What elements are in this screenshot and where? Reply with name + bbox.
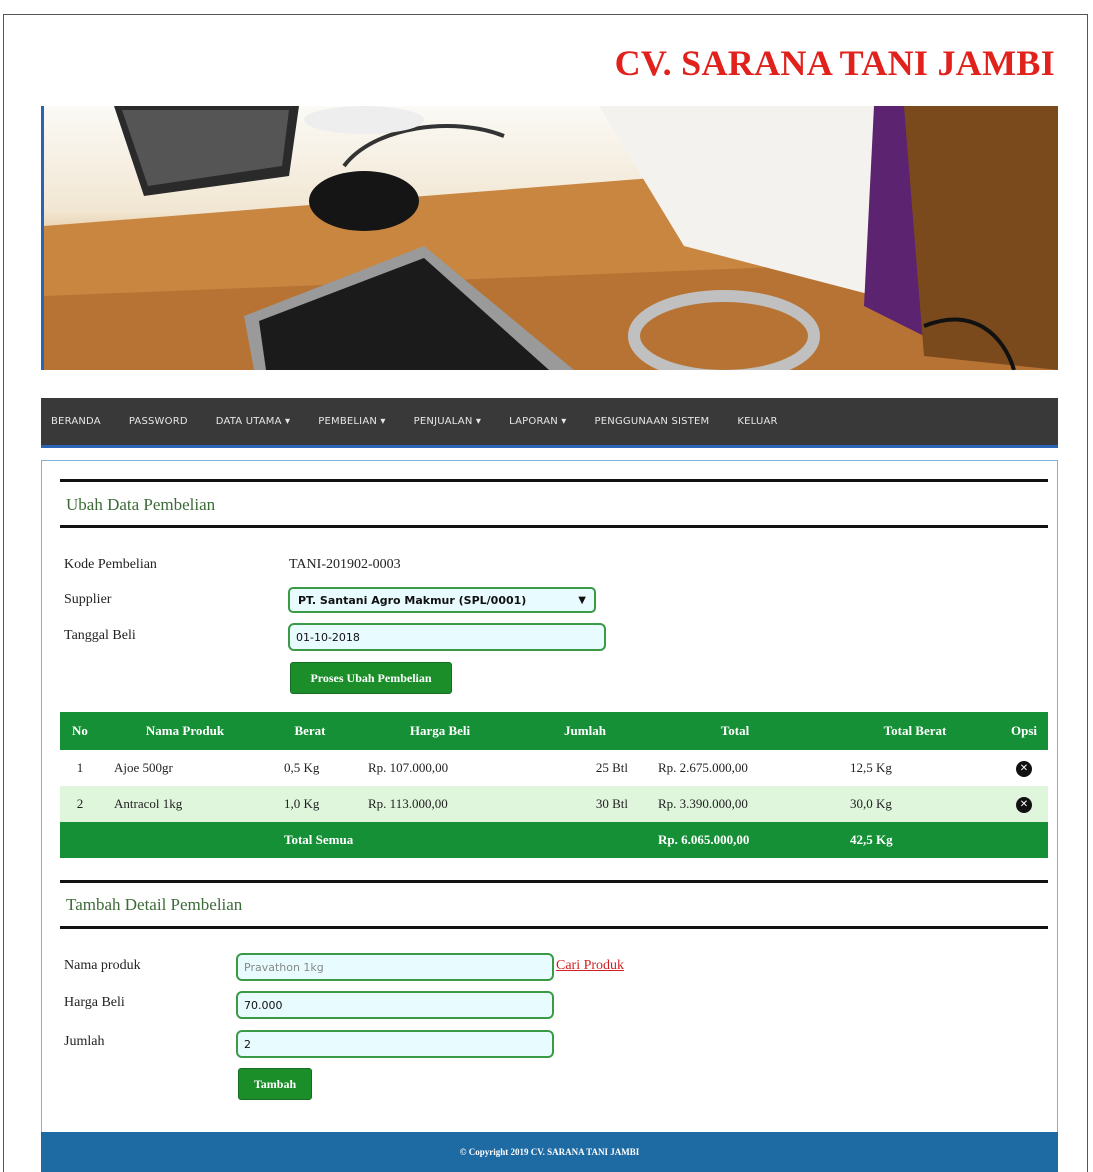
header-banner-image: [41, 106, 1058, 370]
purchase-items-table: No Nama Produk Berat Harga Beli Jumlah T…: [60, 712, 1048, 858]
qty-input[interactable]: 2: [236, 1030, 554, 1058]
total-label: Total Semua: [270, 822, 530, 858]
col-header-no: No: [60, 712, 100, 750]
footer-copyright: © Copyright 2019 CV. SARANA TANI JAMBI: [41, 1132, 1058, 1172]
cell-empty: [60, 822, 100, 858]
cell-price: Rp. 107.000,00: [368, 760, 449, 775]
cell-empty: [100, 822, 270, 858]
cell-no: 2: [60, 786, 100, 822]
cell-total-weight: 12,5 Kg: [850, 760, 892, 775]
cell-weight: 1,0 Kg: [270, 786, 350, 822]
add-item-button[interactable]: Tambah: [238, 1068, 312, 1100]
cell-empty: [1000, 822, 1048, 858]
section-divider: [60, 525, 1048, 528]
price-input[interactable]: 70.000: [236, 991, 554, 1019]
cell-weight: 0,5 Kg: [284, 760, 320, 775]
cell-options: ✕: [1000, 786, 1048, 822]
table-total-row: Total Semua Rp. 6.065.000,00 42,5 Kg: [60, 822, 1048, 858]
product-name-input[interactable]: Pravathon 1kg: [236, 953, 554, 981]
main-navigation: BERANDA PASSWORD DATA UTAMA ▾ PEMBELIAN …: [41, 398, 1058, 448]
price-label: Harga Beli: [64, 995, 125, 1010]
supplier-label: Supplier: [64, 592, 112, 607]
brand-title: CV. SARANA TANI JAMBI: [614, 43, 1055, 83]
col-header-name: Nama Produk: [100, 712, 270, 750]
cell-qty: 30 Btl: [530, 786, 640, 822]
grand-total: Rp. 6.065.000,00: [640, 822, 830, 858]
nav-penjualan[interactable]: PENJUALAN ▾: [414, 416, 481, 427]
col-header-total-weight: Total Berat: [830, 712, 1000, 750]
table-row: 1 Ajoe 500gr 0,5 Kg Rp. 107.000,00 25 Bt…: [60, 750, 1048, 786]
add-section-title: Tambah Detail Pembelian: [66, 895, 243, 914]
cell-name: Ajoe 500gr: [114, 760, 173, 775]
col-header-options: Opsi: [1000, 712, 1048, 750]
nav-penggunaan-sistem[interactable]: PENGGUNAAN SISTEM: [595, 416, 710, 427]
section-divider: [60, 880, 1048, 883]
cell-price: Rp. 113.000,00: [350, 786, 530, 822]
nav-laporan[interactable]: LAPORAN ▾: [509, 416, 566, 427]
nav-beranda[interactable]: BERANDA: [51, 416, 101, 427]
table-row: 2 Antracol 1kg 1,0 Kg Rp. 113.000,00 30 …: [60, 786, 1048, 822]
cell-total: Rp. 3.390.000,00: [640, 786, 830, 822]
nav-keluar[interactable]: KELUAR: [737, 416, 777, 427]
dropdown-arrow-icon: ▼: [578, 594, 586, 606]
col-header-qty: Jumlah: [530, 712, 640, 750]
nav-password[interactable]: PASSWORD: [129, 416, 188, 427]
code-label: Kode Pembelian: [64, 557, 157, 572]
date-input[interactable]: 01-10-2018: [288, 623, 606, 651]
delete-x-circle-icon[interactable]: ✕: [1016, 761, 1032, 777]
product-label: Nama produk: [64, 958, 141, 973]
cell-qty: 25 Btl: [595, 760, 628, 775]
table-header-row: No Nama Produk Berat Harga Beli Jumlah T…: [60, 712, 1048, 750]
process-edit-purchase-button[interactable]: Proses Ubah Pembelian: [290, 662, 452, 694]
qty-label: Jumlah: [64, 1034, 105, 1049]
cell-total: Rp. 2.675.000,00: [658, 760, 748, 775]
main-content-panel: Ubah Data Pembelian Kode Pembelian TANI-…: [41, 460, 1058, 1132]
section-divider: [60, 479, 1048, 482]
nav-data-utama[interactable]: DATA UTAMA ▾: [216, 416, 291, 427]
cell-empty: [530, 822, 640, 858]
grand-total-weight: 42,5 Kg: [830, 822, 1000, 858]
supplier-select[interactable]: PT. Santani Agro Makmur (SPL/0001) ▼: [288, 587, 596, 613]
cell-total-weight: 30,0 Kg: [830, 786, 1000, 822]
search-product-link[interactable]: Cari Produk: [556, 958, 624, 974]
delete-x-circle-icon[interactable]: ✕: [1016, 797, 1032, 813]
cell-name: Antracol 1kg: [100, 786, 270, 822]
nav-pembelian[interactable]: PEMBELIAN ▾: [318, 416, 385, 427]
col-header-weight: Berat: [270, 712, 350, 750]
date-label: Tanggal Beli: [64, 628, 136, 643]
col-header-price: Harga Beli: [350, 712, 530, 750]
supplier-selected-value: PT. Santani Agro Makmur (SPL/0001): [298, 593, 527, 607]
code-value: TANI-201902-0003: [289, 557, 401, 572]
edit-section-title: Ubah Data Pembelian: [66, 495, 216, 514]
section-divider: [60, 926, 1048, 929]
col-header-total: Total: [640, 712, 830, 750]
cell-no: 1: [76, 760, 84, 775]
cell-options: ✕: [1000, 750, 1048, 786]
